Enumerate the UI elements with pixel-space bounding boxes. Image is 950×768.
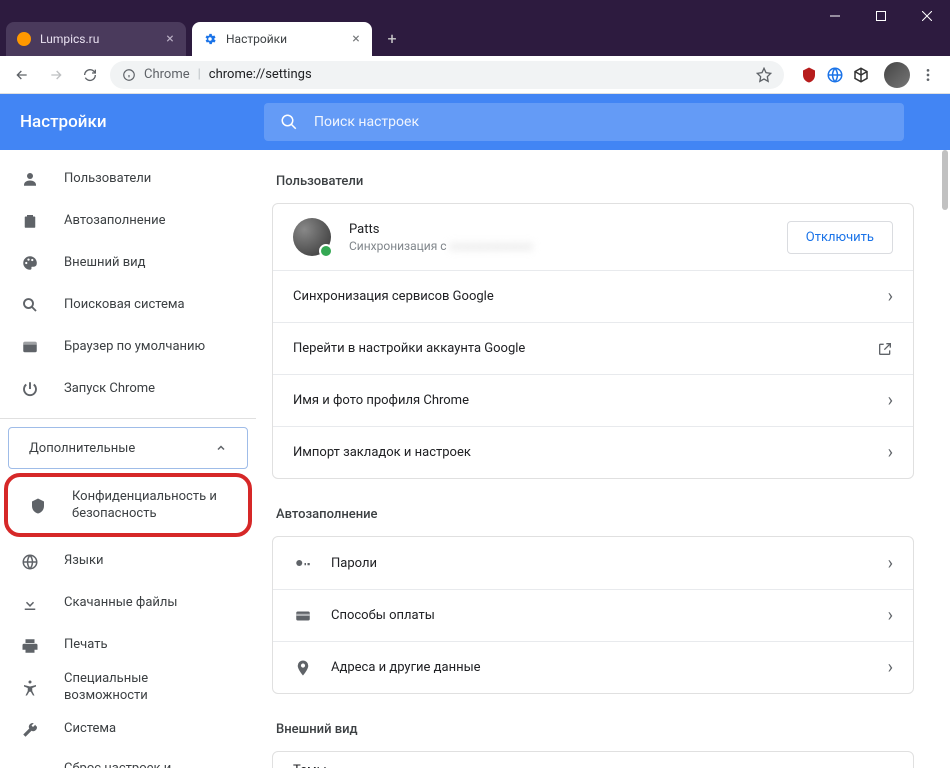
minimize-button[interactable] xyxy=(812,0,858,32)
section-title-users: Пользователи xyxy=(276,174,914,189)
sidebar-item-accessibility[interactable]: Специальные возможности xyxy=(0,667,244,709)
chevron-right-icon: › xyxy=(888,553,893,574)
sidebar-item-privacy[interactable]: Конфиденциальность и безопасность xyxy=(8,479,236,533)
search-icon xyxy=(20,296,40,314)
ublock-icon[interactable] xyxy=(798,64,820,86)
chevron-right-icon: › xyxy=(888,390,893,411)
print-icon xyxy=(20,637,40,655)
section-title-appearance: Внешний вид xyxy=(276,722,914,737)
row-passwords[interactable]: Пароли › xyxy=(273,537,913,589)
browser-icon xyxy=(20,338,40,356)
wrench-icon xyxy=(20,721,40,739)
extensions-area xyxy=(790,61,942,89)
tab-label: Lumpics.ru xyxy=(40,32,154,46)
profile-avatar[interactable] xyxy=(884,62,910,88)
open-external-icon xyxy=(877,341,893,357)
sidebar-advanced-toggle[interactable]: Дополнительные xyxy=(8,427,248,469)
tab-label: Настройки xyxy=(226,32,340,46)
cube-ext-icon[interactable] xyxy=(850,64,872,86)
row-profile-name-photo[interactable]: Имя и фото профиля Chrome › xyxy=(273,374,913,426)
profile-row: Patts Синхронизация с xxxxxxxxxxxxxx Отк… xyxy=(273,204,913,270)
new-tab-button[interactable]: + xyxy=(378,24,406,52)
scrollbar[interactable] xyxy=(942,150,948,210)
row-google-account[interactable]: Перейти в настройки аккаунта Google xyxy=(273,322,913,374)
omnibox-url: chrome://settings xyxy=(209,67,312,82)
chevron-right-icon: › xyxy=(888,605,893,626)
globe-ext-icon[interactable] xyxy=(824,64,846,86)
sidebar-item-search-engine[interactable]: Поисковая система xyxy=(0,284,244,326)
search-icon xyxy=(280,113,298,131)
forward-button[interactable] xyxy=(42,61,70,89)
card-users: Patts Синхронизация с xxxxxxxxxxxxxx Отк… xyxy=(272,203,914,479)
download-icon xyxy=(20,595,40,613)
sidebar-item-reset[interactable]: Сброс настроек и удаление вредоносного П… xyxy=(0,751,244,768)
key-icon xyxy=(293,554,313,572)
sidebar-item-system[interactable]: Система xyxy=(0,709,244,751)
info-icon xyxy=(122,68,136,82)
row-payment[interactable]: Способы оплаты › xyxy=(273,589,913,641)
globe-icon xyxy=(20,553,40,571)
omnibox-protocol: Chrome xyxy=(144,67,190,82)
browser-toolbar: Chrome | chrome://settings xyxy=(0,56,950,94)
card-icon xyxy=(293,607,313,625)
section-title-autofill: Автозаполнение xyxy=(276,507,914,522)
sidebar-item-print[interactable]: Печать xyxy=(0,625,244,667)
settings-header: Настройки xyxy=(0,94,950,150)
highlight-annotation: Конфиденциальность и безопасность xyxy=(4,473,252,537)
accessibility-icon xyxy=(20,679,40,697)
tab-settings[interactable]: Настройки × xyxy=(192,22,372,56)
star-icon[interactable] xyxy=(756,67,772,83)
close-icon[interactable]: × xyxy=(348,31,364,47)
settings-search[interactable] xyxy=(264,103,904,141)
chevron-right-icon: › xyxy=(888,286,893,307)
sidebar-item-users[interactable]: Пользователи xyxy=(0,158,244,200)
location-icon xyxy=(293,659,313,677)
settings-main: Пользователи Patts Синхронизация с xxxxx… xyxy=(256,150,950,768)
search-input[interactable] xyxy=(314,114,888,130)
window-titlebar: Lumpics.ru × Настройки × + xyxy=(0,0,950,56)
card-autofill: Пароли › Способы оплаты › Адреса и други… xyxy=(272,536,914,694)
profile-sync-status: Синхронизация с xxxxxxxxxxxxxx xyxy=(349,239,769,253)
reload-button[interactable] xyxy=(76,61,104,89)
sidebar-item-default-browser[interactable]: Браузер по умолчанию xyxy=(0,326,244,368)
maximize-button[interactable] xyxy=(858,0,904,32)
tabs-strip: Lumpics.ru × Настройки × + xyxy=(0,0,406,56)
palette-icon xyxy=(20,254,40,272)
sidebar-item-appearance[interactable]: Внешний вид xyxy=(0,242,244,284)
shield-icon xyxy=(28,497,48,515)
row-addresses[interactable]: Адреса и другие данные › xyxy=(273,641,913,693)
close-window-button[interactable] xyxy=(904,0,950,32)
favicon-lumpics xyxy=(16,31,32,47)
row-import-bookmarks[interactable]: Импорт закладок и настроек › xyxy=(273,426,913,478)
tab-lumpics[interactable]: Lumpics.ru × xyxy=(6,22,186,56)
chevron-up-icon xyxy=(215,442,227,454)
menu-button[interactable] xyxy=(914,61,942,89)
chevron-right-icon: › xyxy=(888,442,893,463)
disconnect-button[interactable]: Отключить xyxy=(787,221,893,254)
sync-badge-icon xyxy=(319,244,333,258)
settings-sidebar: Пользователи Автозаполнение Внешний вид … xyxy=(0,150,256,768)
address-bar[interactable]: Chrome | chrome://settings xyxy=(110,61,784,89)
back-button[interactable] xyxy=(8,61,36,89)
page-title: Настройки xyxy=(20,112,240,132)
chevron-right-icon: › xyxy=(888,657,893,678)
row-sync-services[interactable]: Синхронизация сервисов Google › xyxy=(273,270,913,322)
sidebar-item-languages[interactable]: Языки xyxy=(0,541,244,583)
clipboard-icon xyxy=(20,212,40,230)
sidebar-item-autofill[interactable]: Автозаполнение xyxy=(0,200,244,242)
person-icon xyxy=(20,170,40,188)
profile-name: Patts xyxy=(349,222,769,237)
user-avatar xyxy=(293,218,331,256)
favicon-settings xyxy=(202,31,218,47)
row-themes[interactable]: Темы Открыть Интернет-магазин Chrome xyxy=(273,752,913,768)
sidebar-item-downloads[interactable]: Скачанные файлы xyxy=(0,583,244,625)
window-controls xyxy=(812,0,950,32)
sidebar-item-startup[interactable]: Запуск Chrome xyxy=(0,368,244,410)
card-appearance: Темы Открыть Интернет-магазин Chrome Пок… xyxy=(272,751,914,768)
close-icon[interactable]: × xyxy=(162,31,178,47)
power-icon xyxy=(20,380,40,398)
